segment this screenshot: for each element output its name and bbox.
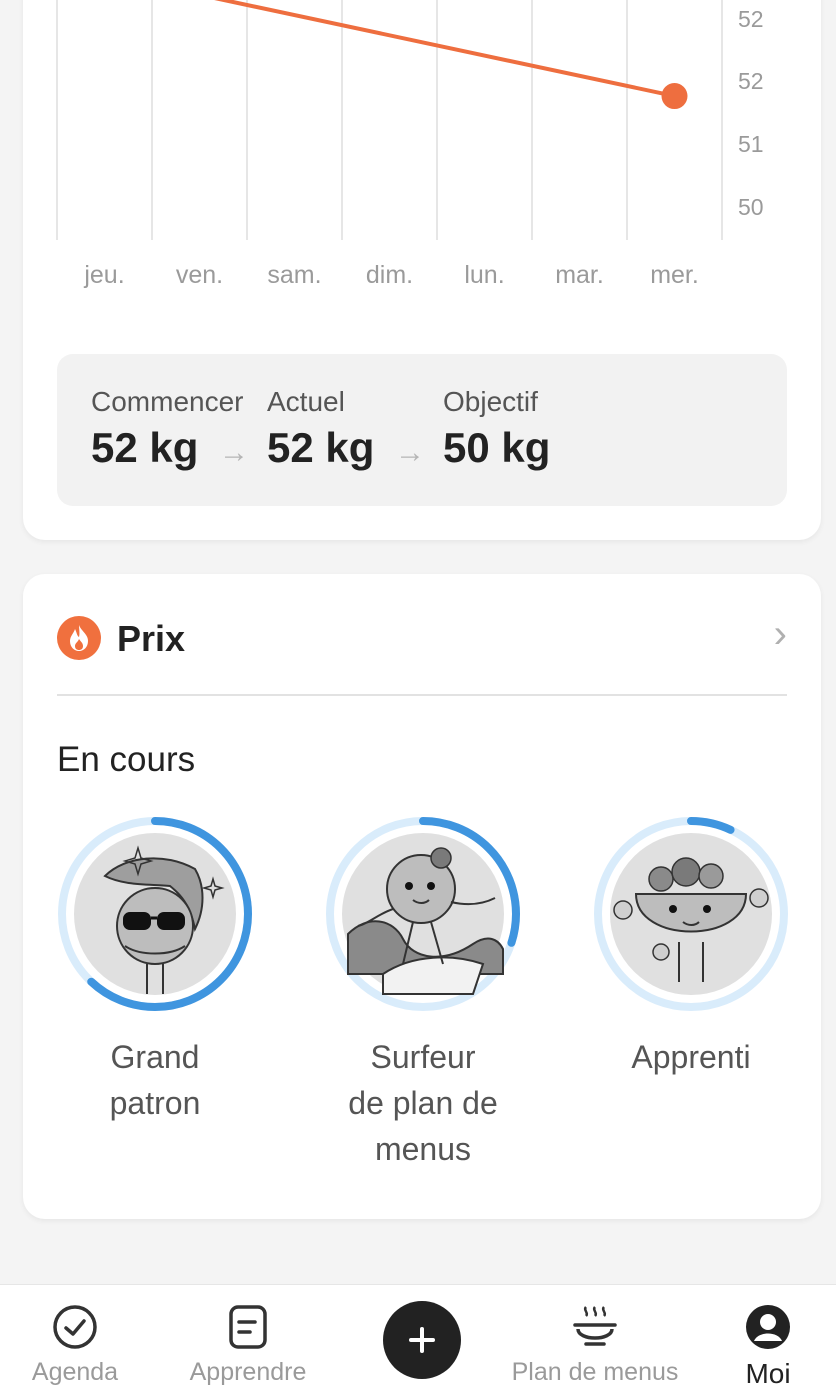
chart-series-line (214, 0, 675, 99)
badge-name: Surfeur de plan de menus (323, 1034, 523, 1172)
chart-y-axis: 52 52 51 50 (738, 6, 764, 220)
badge-name-line: patron (109, 1085, 201, 1121)
chart-x-tick-label: mer. (650, 261, 699, 289)
nav-me-label: Moi (745, 1358, 791, 1389)
nav-meal-plan-label: Plan de menus (511, 1358, 679, 1386)
current-weight: Actuel 52 kg (267, 386, 374, 472)
chart-x-tick-label: mar. (555, 261, 604, 289)
plus-icon (409, 1327, 435, 1353)
book-icon (229, 1305, 267, 1349)
chart-x-tick-label: lun. (464, 261, 504, 289)
badge-name: Apprenti (591, 1034, 791, 1080)
chart-x-tick-label: dim. (366, 261, 413, 289)
badge-name-line: de plan de (348, 1085, 498, 1121)
badge-meal-plan-surfer[interactable]: Surfeur de plan de menus (323, 814, 523, 1172)
chart-x-tick-label: jeu. (83, 261, 124, 289)
in-progress-title: En cours (57, 740, 196, 779)
chart-x-axis: jeu. ven. sam. dim. lun. mar. mer. (83, 261, 698, 289)
chart-line-layer (214, 0, 688, 110)
bottom-nav: Agenda Apprendre Plan de menus Moi (0, 1284, 836, 1396)
add-button[interactable] (383, 1301, 461, 1379)
nav-me[interactable]: Moi (738, 1303, 798, 1390)
weight-summary: Commencer 52 kg → Actuel 52 kg → Objecti… (57, 354, 787, 506)
goal-weight-label: Objectif (443, 386, 538, 417)
badge-ring (594, 817, 788, 1011)
flame-icon (57, 616, 101, 660)
chart-y-tick-label: 51 (738, 131, 764, 157)
badge-grand-patron[interactable]: Grand patron (55, 814, 255, 1126)
bowl-icon (573, 1306, 617, 1346)
current-weight-value: 52 kg (267, 424, 375, 471)
chevron-right-icon[interactable]: › (774, 612, 787, 657)
current-weight-label: Actuel (267, 386, 345, 417)
goal-weight: Objectif 50 kg (443, 386, 550, 472)
weight-chart: 52 52 51 50 jeu. ven. sam. dim. lun. mar. mer. (56, 0, 764, 289)
chart-y-tick-label: 52 (738, 68, 764, 94)
badge-name-line: Surfeur (370, 1039, 476, 1075)
arrow-right-icon: → (395, 436, 425, 469)
nav-learn[interactable]: Apprendre (185, 1303, 311, 1387)
start-weight-label: Commencer (91, 386, 244, 417)
nav-agenda[interactable]: Agenda (30, 1303, 120, 1387)
badge-name-line: menus (374, 1131, 472, 1167)
chart-y-tick-label: 50 (738, 194, 764, 220)
goal-weight-value: 50 kg (443, 424, 551, 471)
badge-apprentice[interactable]: Apprenti (591, 814, 791, 1080)
chart-data-point (661, 83, 688, 110)
divider (57, 694, 787, 696)
chart-x-tick-label: sam. (267, 261, 321, 289)
awards-title: Prix (117, 618, 186, 659)
nav-agenda-label: Agenda (31, 1358, 119, 1386)
weight-card: 52 52 51 50 jeu. ven. sam. dim. lun. mar. mer. Co… (23, 0, 821, 540)
profile-icon (746, 1305, 790, 1349)
badge-name-line: Apprenti (631, 1039, 751, 1075)
awards-header[interactable]: Prix › (57, 612, 787, 660)
badge-name: Grand patron (55, 1034, 255, 1126)
chart-y-tick-label: 52 (738, 6, 764, 32)
badge-ring (326, 817, 520, 1011)
chart-x-tick-label: ven. (176, 261, 223, 289)
check-circle-icon (53, 1305, 97, 1349)
nav-meal-plan[interactable]: Plan de menus (508, 1303, 682, 1387)
badge-name-line: Grand (110, 1039, 200, 1075)
arrow-right-icon: → (219, 436, 249, 469)
badge-ring (58, 817, 252, 1011)
nav-learn-label: Apprendre (189, 1358, 307, 1386)
awards-card[interactable]: Prix › En cours Grand patron Surfeur de … (23, 574, 821, 1219)
